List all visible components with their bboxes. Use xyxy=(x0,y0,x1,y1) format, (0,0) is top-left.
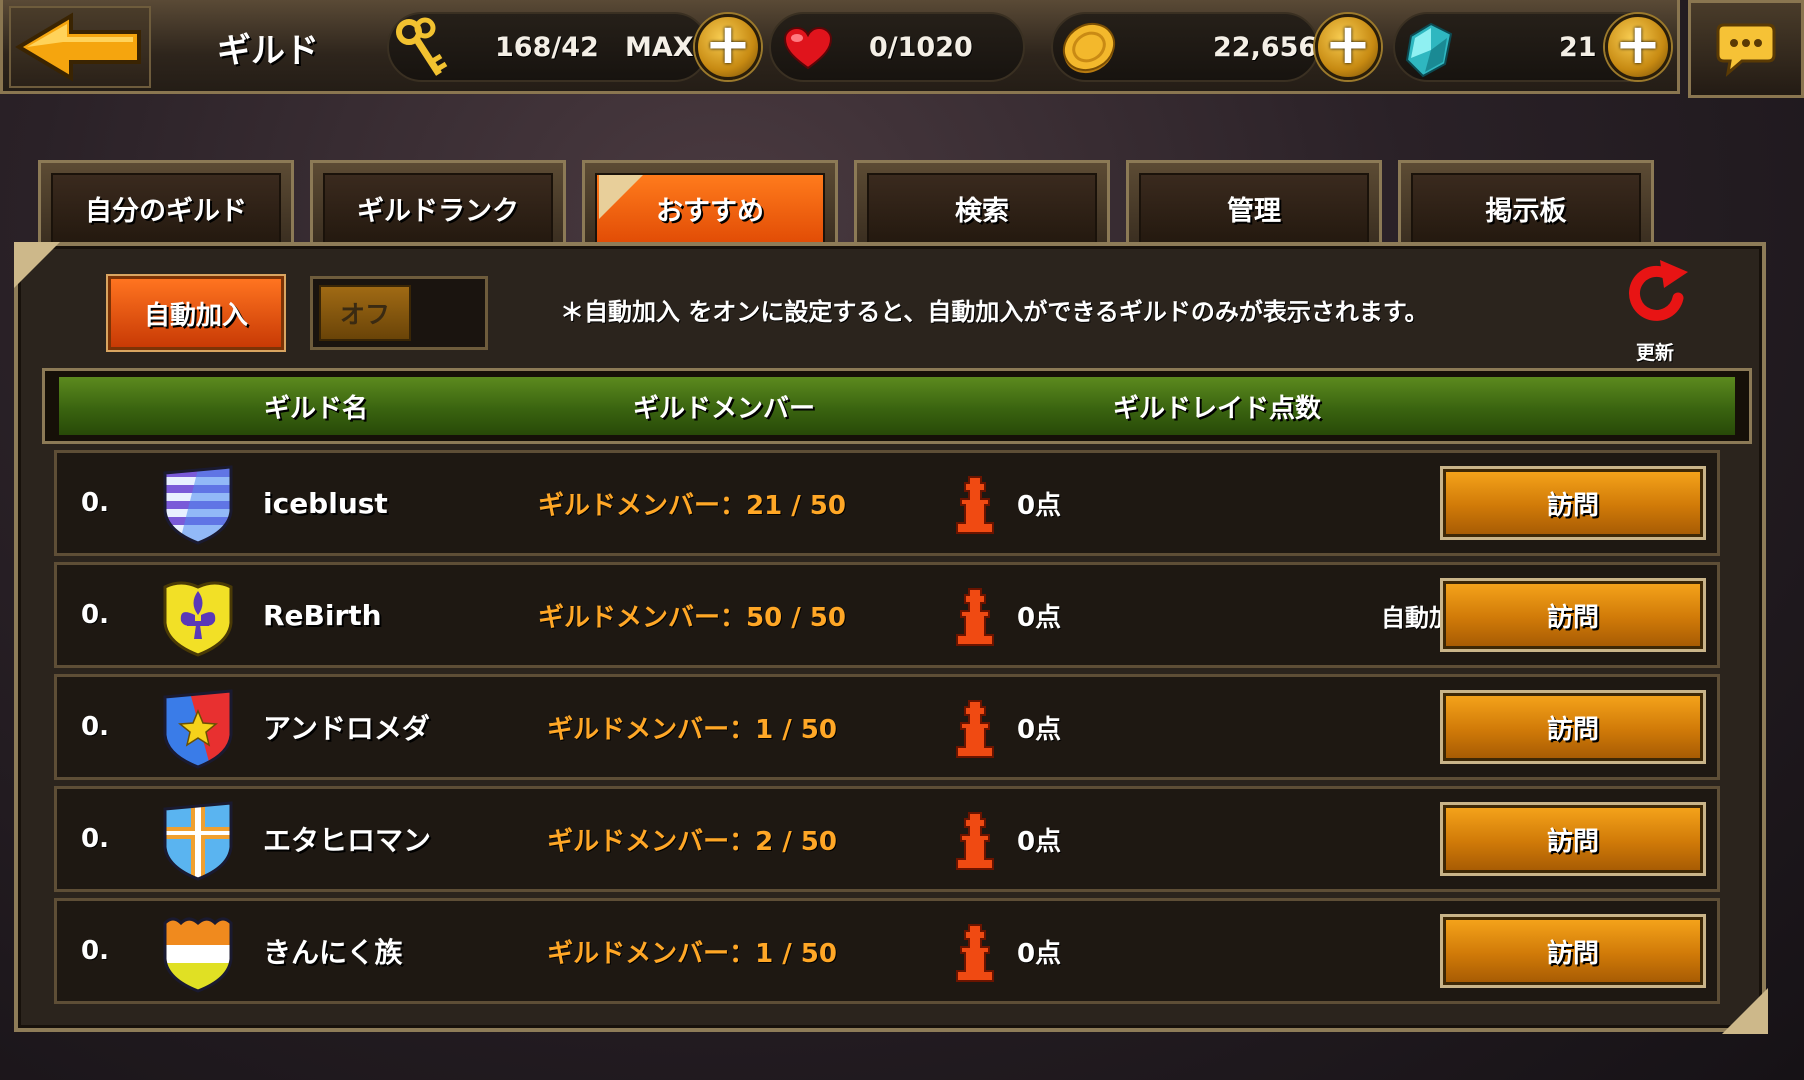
gems-value: 21 xyxy=(1559,31,1597,63)
raid-tower-icon xyxy=(956,700,994,758)
gold-coin-icon xyxy=(1062,22,1116,74)
guild-row: 0. ReBirth ギルドメンバー：50 / 50 0点 自動加入 訪問 xyxy=(54,562,1720,668)
visit-button[interactable]: 訪問 xyxy=(1443,581,1703,649)
guild-rank: 0. xyxy=(81,936,109,966)
tricolor-shield-icon xyxy=(163,917,233,993)
gold-value: 22,656 xyxy=(1213,31,1318,63)
refresh-label: 更新 xyxy=(1635,342,1674,364)
plus-icon: + xyxy=(1614,12,1662,77)
guild-rank: 0. xyxy=(81,824,109,854)
keys-value: 168/42 xyxy=(495,31,599,63)
visit-button[interactable]: 訪問 xyxy=(1443,469,1703,537)
tab-corner-decoration xyxy=(599,175,643,219)
tab-label: ギルドランク xyxy=(323,173,553,244)
guild-member-count: ギルドメンバー：1 / 50 xyxy=(547,938,837,969)
raid-tower-icon xyxy=(956,476,994,534)
guild-raid-score: 0点 xyxy=(1017,714,1062,745)
visit-button[interactable]: 訪問 xyxy=(1443,805,1703,873)
tab-label: 掲示板 xyxy=(1411,173,1641,244)
raid-tower-icon xyxy=(956,812,994,870)
tab-search[interactable]: 検索 xyxy=(854,160,1110,244)
refresh-icon xyxy=(1629,260,1688,321)
guild-raid-score: 0点 xyxy=(1017,602,1062,633)
refresh-button[interactable]: 更新 xyxy=(1610,258,1700,368)
star-shield-icon xyxy=(163,689,233,769)
guild-name: ReBirth xyxy=(263,598,382,632)
visit-button[interactable]: 訪問 xyxy=(1443,693,1703,761)
add-gems-button[interactable]: + xyxy=(1605,14,1671,80)
raid-tower-icon xyxy=(956,588,994,646)
guild-raid-score: 0点 xyxy=(1017,490,1062,521)
guild-member-count: ギルドメンバー：21 / 50 xyxy=(538,490,846,521)
cross-shield-icon xyxy=(163,801,233,881)
tab-recommended[interactable]: おすすめ xyxy=(582,160,838,244)
auto-join-notice: ＊自動加入 をオンに設定すると、自動加入ができるギルドのみが表示されます。 xyxy=(560,298,1429,326)
tab-label: 自分のギルド xyxy=(51,173,281,244)
striped-shield-icon xyxy=(163,465,233,545)
tab-my-guild[interactable]: 自分のギルド xyxy=(38,160,294,244)
heart-icon xyxy=(783,26,833,70)
column-guild-members: ギルドメンバー xyxy=(633,393,816,424)
key-icon xyxy=(396,17,448,76)
column-header: ギルド名 ギルドメンバー ギルドレイド点数 xyxy=(42,368,1752,444)
screen-title: ギルド xyxy=(217,30,319,71)
guild-rank: 0. xyxy=(81,600,109,630)
guild-member-count: ギルドメンバー：50 / 50 xyxy=(538,602,846,633)
back-button[interactable] xyxy=(9,6,151,88)
guild-row: 0. きんにく族 ギルドメンバー：1 / 50 0点 訪問 xyxy=(54,898,1720,1004)
tab-label: 管理 xyxy=(1139,173,1369,244)
guild-rank: 0. xyxy=(81,488,109,518)
add-keys-button[interactable]: + xyxy=(695,14,761,80)
column-guild-name: ギルド名 xyxy=(264,393,369,424)
guild-row: 0. エタヒロマン ギルドメンバー：2 / 50 0点 訪問 xyxy=(54,786,1720,892)
plus-icon: + xyxy=(1324,12,1372,77)
tab-bulletin-board[interactable]: 掲示板 xyxy=(1398,160,1654,244)
guild-name: iceblust xyxy=(263,486,388,520)
guild-rank: 0. xyxy=(81,712,109,742)
guild-member-count: ギルドメンバー：2 / 50 xyxy=(547,826,837,857)
add-gold-button[interactable]: + xyxy=(1315,14,1381,80)
plus-icon: + xyxy=(704,12,752,77)
guild-row: 0. アンドロメダ ギルドメンバー：1 / 50 0点 訪問 xyxy=(54,674,1720,780)
auto-join-toggle[interactable]: オフ xyxy=(310,276,488,350)
guild-member-count: ギルドメンバー：1 / 50 xyxy=(547,714,837,745)
column-raid-score: ギルドレイド点数 xyxy=(1113,393,1322,424)
hearts-value: 0/1020 xyxy=(869,31,973,63)
toggle-knob: オフ xyxy=(319,285,411,341)
raid-tower-icon xyxy=(956,924,994,982)
guild-name: きんにく族 xyxy=(263,936,403,969)
gem-icon xyxy=(1405,22,1453,78)
fleur-de-lis-shield-icon xyxy=(163,581,233,657)
tab-label: 検索 xyxy=(867,173,1097,244)
panel-corner-decoration xyxy=(1722,988,1768,1034)
visit-button[interactable]: 訪問 xyxy=(1443,917,1703,985)
guild-raid-score: 0点 xyxy=(1017,826,1062,857)
auto-join-button[interactable]: 自動加入 xyxy=(108,276,284,350)
top-bar: ギルド 168/42 MAX + 0/1020 22,656 + 21 + xyxy=(0,0,1680,94)
guild-name: エタヒロマン xyxy=(263,824,432,857)
keys-max-label: MAX xyxy=(625,31,694,63)
guild-name: アンドロメダ xyxy=(263,712,430,745)
guild-raid-score: 0点 xyxy=(1017,938,1062,969)
column-header-bar: ギルド名 ギルドメンバー ギルドレイド点数 xyxy=(59,377,1735,435)
tab-manage[interactable]: 管理 xyxy=(1126,160,1382,244)
panel-corner-decoration xyxy=(14,242,60,288)
chat-button[interactable] xyxy=(1688,0,1804,98)
guild-row: 0. iceblust ギルドメンバー：21 / 50 0点 訪問 xyxy=(54,450,1720,556)
chat-bubble-icon xyxy=(1716,23,1776,77)
back-arrow-icon xyxy=(15,12,141,82)
tab-guild-rank[interactable]: ギルドランク xyxy=(310,160,566,244)
